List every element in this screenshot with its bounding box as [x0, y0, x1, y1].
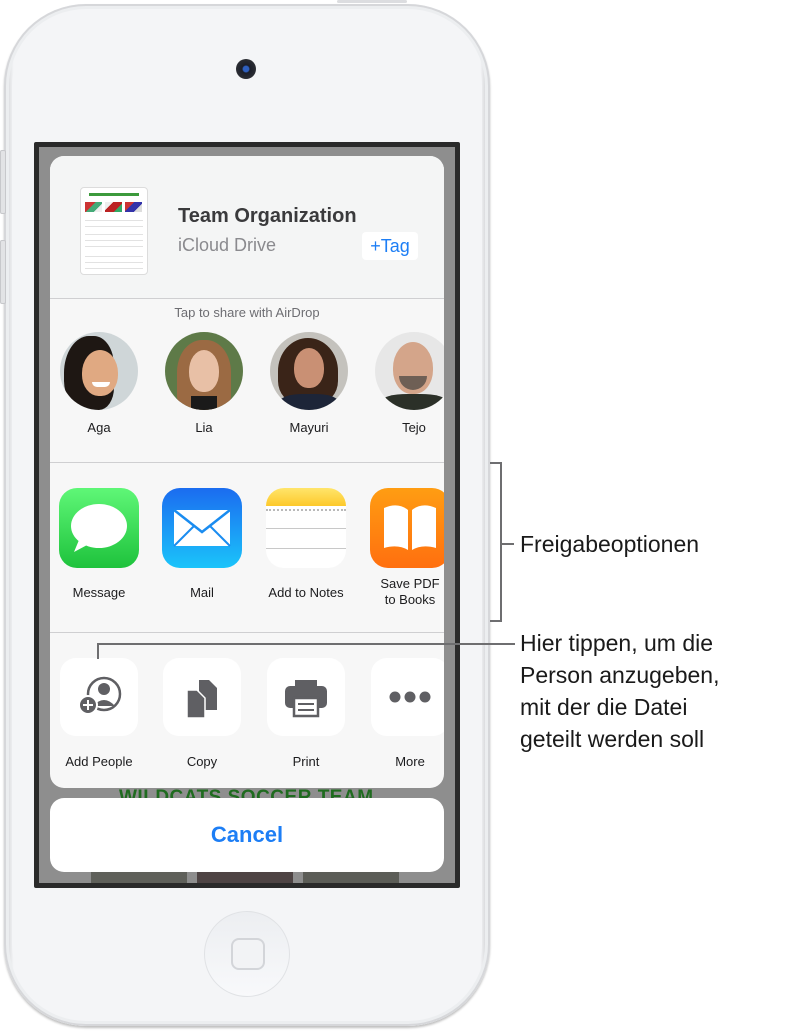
- person-name: Lia: [195, 420, 213, 435]
- mail-icon: [162, 488, 242, 568]
- action-label: More: [395, 754, 425, 769]
- person-name: Tejo: [402, 420, 426, 435]
- file-location: iCloud Drive: [178, 235, 277, 255]
- app-label: Save PDF to Books: [380, 576, 440, 607]
- person-name: Aga: [87, 420, 111, 435]
- airdrop-person-mayuri[interactable]: Mayuri: [264, 332, 354, 435]
- airdrop-person-lia[interactable]: Lia: [159, 332, 249, 435]
- app-label: Message: [72, 585, 126, 600]
- print-icon: [267, 658, 345, 736]
- bracket-tick: [502, 543, 514, 545]
- action-label: Add People: [65, 754, 133, 769]
- action-label: Print: [292, 754, 320, 769]
- copy-icon: [163, 658, 241, 736]
- more-icon: [371, 658, 444, 736]
- bracket-vertical: [500, 462, 502, 622]
- action-print[interactable]: Print: [254, 658, 358, 769]
- action-add-people[interactable]: Add People: [50, 658, 151, 769]
- thumbnail-photo: [125, 202, 142, 212]
- share-app-message[interactable]: Message: [50, 488, 151, 601]
- avatar: [375, 332, 444, 410]
- add-people-leader-horizontal: [97, 643, 515, 645]
- share-app-notes[interactable]: Add to Notes: [254, 488, 358, 601]
- header-divider: [50, 298, 444, 299]
- thumbnail-title-bar: [89, 193, 139, 196]
- airdrop-person-aga[interactable]: Aga: [54, 332, 144, 435]
- add-tag-button[interactable]: +Tag: [362, 232, 418, 260]
- add-people-callout: Hier tippen, um die Person anzugeben, mi…: [520, 627, 720, 755]
- action-label: Copy: [186, 754, 218, 769]
- callout-line-text: Hier tippen, um die: [520, 630, 714, 656]
- action-more[interactable]: More: [358, 658, 444, 769]
- callout-line-text: mit der die Datei: [520, 694, 688, 720]
- person-name: Mayuri: [289, 420, 329, 435]
- app-label: Mail: [190, 585, 214, 600]
- avatar: [270, 332, 348, 410]
- callout-line-text: geteilt werden soll: [520, 726, 705, 752]
- airdrop-label: Tap to share with AirDrop: [174, 305, 320, 320]
- home-square-icon: [231, 938, 265, 970]
- avatar: [60, 332, 138, 410]
- callout-line-text: Person anzugeben,: [520, 662, 720, 688]
- home-button[interactable]: [204, 911, 290, 997]
- file-title: Team Organization: [178, 205, 357, 227]
- share-app-books[interactable]: Save PDF to Books: [358, 488, 444, 608]
- avatar: [165, 332, 243, 410]
- bracket-bottom: [490, 620, 502, 622]
- add-people-icon: [60, 658, 138, 736]
- apps-divider: [50, 632, 444, 633]
- app-label: Add to Notes: [268, 585, 344, 600]
- file-header: Team Organization iCloud Drive +Tag: [50, 156, 444, 298]
- notes-icon: [266, 488, 346, 568]
- people-divider: [50, 462, 444, 463]
- thumbnail-photo: [85, 202, 102, 212]
- volume-down-button: [0, 240, 6, 304]
- file-thumbnail: [80, 187, 148, 275]
- share-app-mail[interactable]: Mail: [150, 488, 254, 601]
- bracket-top: [490, 462, 502, 464]
- top-power-button: [337, 0, 407, 3]
- books-icon: [370, 488, 444, 568]
- share-sheet: Team Organization iCloud Drive +Tag Tap …: [50, 156, 444, 788]
- cancel-button[interactable]: Cancel: [50, 798, 444, 872]
- messages-icon: [59, 488, 139, 568]
- add-people-leader-vertical: [97, 643, 99, 659]
- share-options-callout: Freigabeoptionen: [520, 531, 700, 557]
- thumbnail-photo: [105, 202, 122, 212]
- action-copy[interactable]: Copy: [150, 658, 254, 769]
- front-camera: [236, 59, 256, 79]
- airdrop-person-tejo[interactable]: Tejo: [369, 332, 444, 435]
- volume-up-button: [0, 150, 6, 214]
